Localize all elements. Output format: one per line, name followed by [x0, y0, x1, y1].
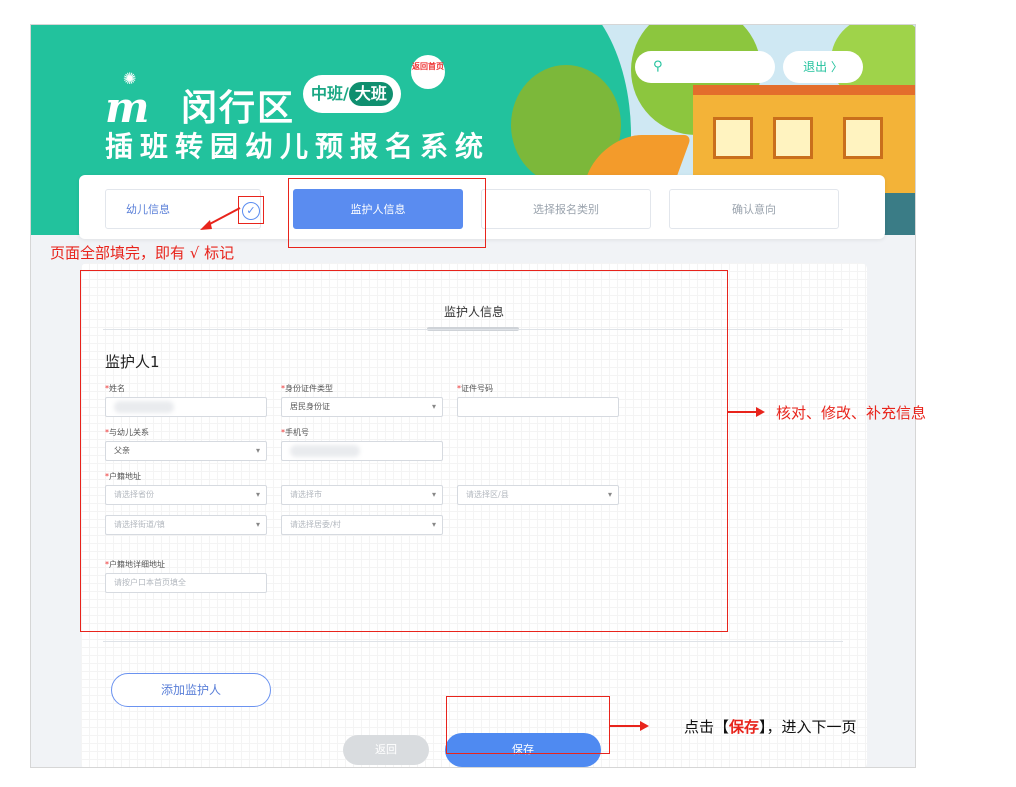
add-guardian-button[interactable]: 添加监护人 [111, 673, 271, 707]
step-confirm[interactable]: 确认意向 [669, 189, 839, 229]
step-category[interactable]: 选择报名类别 [481, 189, 651, 229]
highlight-box-save [446, 696, 610, 754]
logout-button[interactable]: 退出 〉 [783, 51, 863, 83]
window [713, 117, 753, 159]
verify-annotation: 核对、修改、补充信息 [776, 404, 927, 422]
arrow-head-icon [640, 721, 649, 731]
back-button[interactable]: 返回 [343, 735, 429, 765]
class-badge: 中班/大班 [303, 75, 401, 113]
class-big: 大班 [348, 82, 393, 106]
home-link[interactable]: 返回首页 [411, 55, 445, 89]
window [843, 117, 883, 159]
highlight-box-form [80, 270, 728, 632]
system-title: 插班转园幼儿预报名系统 [105, 130, 491, 163]
step-label: 幼儿信息 [126, 203, 170, 216]
arrow-icon [728, 411, 758, 413]
arrow-head-icon [756, 407, 765, 417]
district-name: 闵行区 [181, 88, 296, 129]
highlight-box-step [288, 178, 486, 248]
class-middle: 中班 [311, 84, 344, 103]
arrow-icon [200, 207, 241, 230]
arrow-icon [610, 725, 642, 727]
check-annotation: 页面全部填完，即有 √ 标记 [50, 244, 235, 262]
save-annotation: 点击【保存】，进入下一页 [684, 718, 857, 736]
user-icon: ⚲ [653, 59, 663, 74]
class-separator: / [343, 84, 349, 103]
divider [103, 641, 843, 642]
window [773, 117, 813, 159]
user-account[interactable]: ⚲ [635, 51, 775, 83]
